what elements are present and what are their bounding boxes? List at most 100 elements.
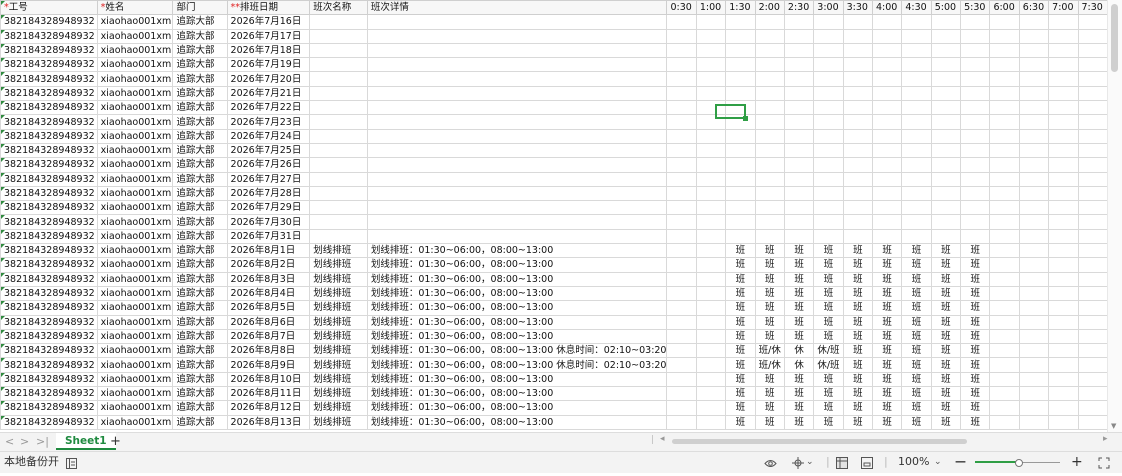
time-cell[interactable] (783, 14, 815, 30)
cell-shift[interactable]: 划线排班 (309, 243, 368, 259)
cell-detail[interactable] (366, 157, 668, 173)
cell-date[interactable]: 2026年7月25日 (226, 142, 311, 159)
time-cell[interactable] (754, 114, 785, 130)
time-cell[interactable]: 班 (725, 257, 756, 273)
time-cell[interactable]: 班 (930, 285, 962, 302)
time-cell[interactable]: 休 (783, 343, 815, 359)
time-cell[interactable] (930, 28, 962, 44)
time-cell[interactable] (813, 228, 844, 245)
time-cell[interactable] (783, 71, 815, 87)
time-cell[interactable] (1048, 228, 1079, 245)
time-cell[interactable]: 班 (901, 371, 932, 388)
time-cell[interactable]: 班 (725, 386, 756, 402)
cell-date[interactable]: 2026年8月4日 (226, 285, 311, 302)
cell-name[interactable]: xiaohao001xm (96, 228, 174, 245)
time-cell[interactable] (989, 157, 1020, 173)
cell-name[interactable]: xiaohao001xm (96, 157, 174, 173)
cell-shift[interactable] (309, 114, 368, 130)
time-cell[interactable] (1048, 114, 1079, 130)
time-cell[interactable] (695, 300, 727, 316)
time-cell[interactable] (960, 100, 991, 116)
time-column-header[interactable]: 3:00 (813, 0, 844, 16)
time-cell[interactable] (666, 200, 697, 216)
time-cell[interactable] (871, 28, 903, 44)
cell-name[interactable]: xiaohao001xm (96, 285, 174, 302)
cell-shift[interactable] (309, 42, 368, 59)
cell-date[interactable]: 2026年8月11日 (226, 386, 311, 402)
time-cell[interactable] (725, 128, 756, 144)
time-cell[interactable] (725, 228, 756, 245)
time-column-header[interactable]: 6:00 (989, 0, 1020, 16)
cell-detail[interactable] (366, 228, 668, 245)
column-header[interactable]: *姓名 (96, 0, 174, 16)
cell-id[interactable]: 382184328948932 (0, 228, 98, 245)
time-cell[interactable] (813, 114, 844, 130)
cell-date[interactable]: 2026年8月12日 (226, 400, 311, 416)
cell-shift[interactable]: 划线排班 (309, 328, 368, 345)
cell-dept[interactable]: 追踪大部 (172, 214, 228, 230)
time-cell[interactable] (901, 42, 932, 59)
time-cell[interactable] (666, 314, 697, 330)
time-cell[interactable] (813, 157, 844, 173)
cell-id[interactable]: 382184328948932 (0, 100, 98, 116)
time-column-header[interactable]: 2:30 (783, 0, 815, 16)
time-cell[interactable]: 班 (842, 414, 874, 430)
time-cell[interactable] (989, 200, 1020, 216)
time-cell[interactable] (1048, 100, 1079, 116)
page-layout-icon[interactable] (861, 456, 873, 476)
time-cell[interactable]: 班 (901, 328, 932, 345)
time-cell[interactable] (842, 185, 874, 202)
time-cell[interactable] (989, 285, 1020, 302)
cell-name[interactable]: xiaohao001xm (96, 214, 174, 230)
time-cell[interactable] (1077, 100, 1108, 116)
time-cell[interactable] (666, 100, 697, 116)
cell-detail[interactable]: 划线排班：01:30~06:00，08:00~13:00 (366, 300, 668, 316)
cell-id[interactable]: 382184328948932 (0, 243, 98, 259)
time-cell[interactable] (695, 57, 727, 73)
time-cell[interactable] (754, 142, 785, 159)
time-cell[interactable] (1077, 128, 1108, 144)
time-cell[interactable]: 班 (783, 414, 815, 430)
time-column-header[interactable]: 7:30 (1077, 0, 1108, 16)
cell-dept[interactable]: 追踪大部 (172, 414, 228, 430)
time-cell[interactable] (930, 85, 962, 102)
time-cell[interactable]: 班 (871, 357, 903, 373)
cell-dept[interactable]: 追踪大部 (172, 185, 228, 202)
time-cell[interactable]: 班 (930, 343, 962, 359)
time-cell[interactable]: 班/休 (754, 357, 785, 373)
cell-shift[interactable] (309, 128, 368, 144)
time-cell[interactable] (695, 343, 727, 359)
time-cell[interactable] (871, 214, 903, 230)
time-cell[interactable] (1077, 243, 1108, 259)
cell-detail[interactable] (366, 200, 668, 216)
time-cell[interactable]: 班 (960, 371, 991, 388)
cell-dept[interactable]: 追踪大部 (172, 28, 228, 44)
time-cell[interactable] (813, 57, 844, 73)
cell-name[interactable]: xiaohao001xm (96, 328, 174, 345)
zoom-out-button[interactable]: — (955, 452, 966, 472)
time-cell[interactable]: 班 (871, 243, 903, 259)
time-cell[interactable] (930, 128, 962, 144)
time-cell[interactable] (1077, 328, 1108, 345)
cell-id[interactable]: 382184328948932 (0, 142, 98, 159)
cell-detail[interactable] (366, 14, 668, 30)
time-cell[interactable] (960, 42, 991, 59)
cell-name[interactable]: xiaohao001xm (96, 28, 174, 44)
time-cell[interactable] (666, 114, 697, 130)
time-cell[interactable] (666, 71, 697, 87)
time-cell[interactable]: 班 (960, 357, 991, 373)
cell-dept[interactable]: 追踪大部 (172, 71, 228, 87)
time-cell[interactable] (901, 14, 932, 30)
time-cell[interactable] (1018, 42, 1050, 59)
time-cell[interactable] (695, 185, 727, 202)
time-cell[interactable]: 班 (901, 271, 932, 287)
time-cell[interactable] (901, 200, 932, 216)
cell-name[interactable]: xiaohao001xm (96, 114, 174, 130)
time-cell[interactable] (989, 171, 1020, 187)
time-cell[interactable] (1048, 42, 1079, 59)
time-cell[interactable]: 班 (754, 328, 785, 345)
time-cell[interactable]: 班 (930, 328, 962, 345)
cell-detail[interactable] (366, 85, 668, 102)
cell-date[interactable]: 2026年8月7日 (226, 328, 311, 345)
time-cell[interactable] (1018, 171, 1050, 187)
